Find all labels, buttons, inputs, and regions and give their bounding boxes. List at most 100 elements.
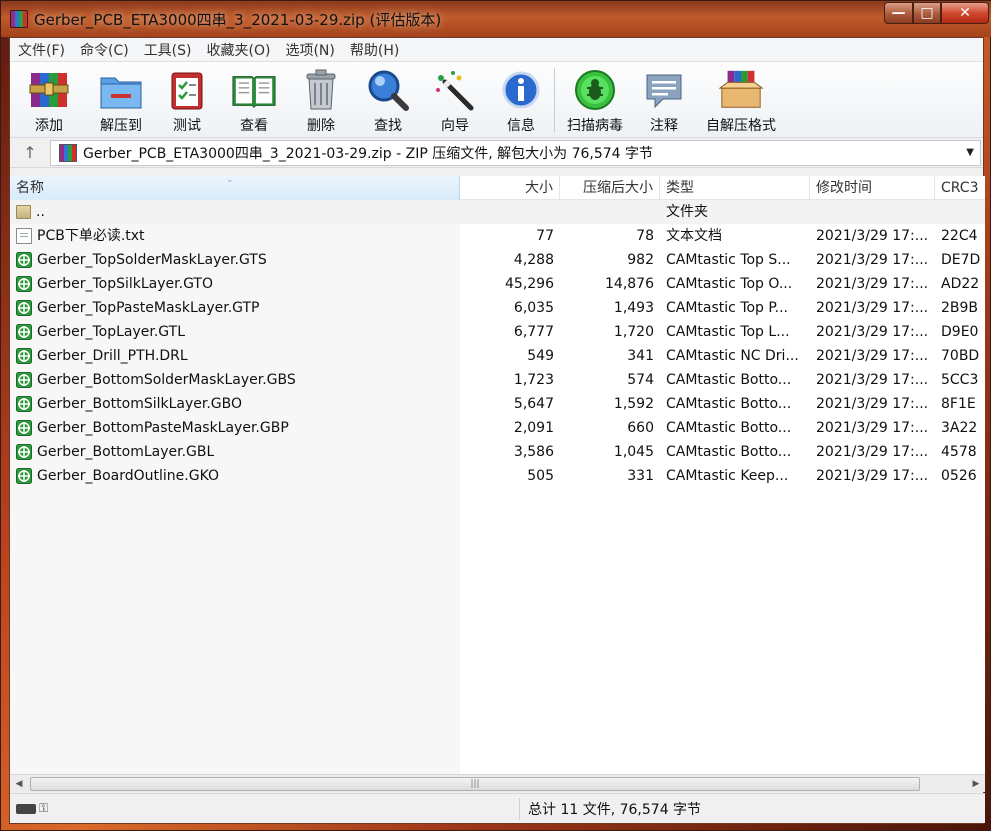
archive-path-field[interactable]: Gerber_PCB_ETA3000四串_3_2021-03-29.zip - …: [50, 139, 981, 166]
file-row[interactable]: Gerber_BottomLayer.GBL 3,586 1,045 CAMtasti…: [10, 440, 985, 464]
file-row[interactable]: Gerber_TopLayer.GTL 6,777 1,720 CAMtastic T…: [10, 320, 985, 344]
sfx-box-icon: [718, 68, 764, 112]
sfx-button[interactable]: 自解压格式: [693, 62, 789, 138]
gerber-icon: [16, 276, 32, 292]
scroll-thumb[interactable]: |||: [30, 776, 920, 791]
file-name: ..: [36, 204, 45, 220]
file-row[interactable]: Gerber_BottomSilkLayer.GBO 5,647 1,592 CAMt…: [10, 392, 985, 416]
text-file-icon: [16, 228, 32, 244]
find-label: 查找: [374, 118, 402, 134]
menu-options[interactable]: 选项(N): [278, 40, 341, 60]
file-modified: 2021/3/29 17:...: [816, 468, 929, 484]
magnifier-icon: [365, 68, 411, 112]
menu-favorites[interactable]: 收藏夹(O): [200, 40, 278, 60]
column-header-size[interactable]: 大小: [460, 176, 560, 200]
file-type: 文件夹: [666, 204, 708, 220]
checklist-icon: [164, 68, 210, 112]
file-crc: 2B9B: [941, 300, 979, 316]
column-header-type[interactable]: 类型: [660, 176, 810, 200]
file-row[interactable]: Gerber_BottomPasteMaskLayer.GBP 2,091 660 C…: [10, 416, 985, 440]
file-row[interactable]: Gerber_BoardOutline.GKO 505 331 CAMtastic K…: [10, 464, 985, 488]
wizard-button[interactable]: 向导: [422, 62, 488, 138]
up-one-level-button[interactable]: ↑: [10, 143, 50, 162]
extract-to-button[interactable]: 解压到: [88, 62, 154, 138]
list-header: ⌄ 名称 大小 压缩后大小 类型 修改时间 CRC3: [10, 176, 985, 200]
info-label: 信息: [507, 118, 535, 134]
winrar-app-icon[interactable]: [10, 10, 28, 28]
file-name-cell[interactable]: Gerber_BottomSolderMaskLayer.GBS: [10, 368, 460, 392]
file-modified: 2021/3/29 17:...: [816, 348, 929, 364]
file-name-cell[interactable]: Gerber_BottomLayer.GBL: [10, 440, 460, 464]
wizard-wand-icon: [432, 68, 478, 112]
keyboard-icon[interactable]: [16, 803, 36, 814]
folder-icon: [16, 205, 31, 219]
file-rows: .. 文件夹 PCB下单必读.txt 77 78 文本文档 2021/3/29 17:...…: [10, 200, 985, 488]
column-header-crc[interactable]: CRC3: [935, 176, 985, 200]
file-name-cell[interactable]: Gerber_TopSilkLayer.GTO: [10, 272, 460, 296]
file-name-cell[interactable]: Gerber_TopPasteMaskLayer.GTP: [10, 296, 460, 320]
books-icon: [26, 68, 72, 112]
file-name-cell[interactable]: Gerber_BoardOutline.GKO: [10, 464, 460, 488]
file-name-cell[interactable]: ..: [10, 200, 460, 224]
menu-file[interactable]: 文件(F): [11, 40, 72, 60]
file-name-cell[interactable]: Gerber_BottomSilkLayer.GBO: [10, 392, 460, 416]
file-row[interactable]: PCB下单必读.txt 77 78 文本文档 2021/3/29 17:... 22C4: [10, 224, 985, 248]
gerber-icon: [16, 444, 32, 460]
view-button[interactable]: 查看: [220, 62, 288, 138]
file-type: CAMtastic Botto...: [666, 396, 792, 412]
file-row[interactable]: Gerber_TopSilkLayer.GTO 45,296 14,876 CAMta…: [10, 272, 985, 296]
add-button[interactable]: 添加: [10, 62, 88, 138]
scroll-track[interactable]: |||: [28, 776, 967, 792]
file-size: 6,777: [513, 324, 554, 340]
file-name-cell[interactable]: Gerber_TopSolderMaskLayer.GTS: [10, 248, 460, 272]
archive-path-text: Gerber_PCB_ETA3000四串_3_2021-03-29.zip - …: [83, 145, 654, 162]
file-row[interactable]: Gerber_BottomSolderMaskLayer.GBS 1,723 574…: [10, 368, 985, 392]
file-modified: 2021/3/29 17:...: [816, 324, 929, 340]
test-button[interactable]: 测试: [154, 62, 220, 138]
file-name-cell[interactable]: Gerber_TopLayer.GTL: [10, 320, 460, 344]
close-button[interactable]: ✕: [941, 2, 989, 24]
column-header-name[interactable]: ⌄ 名称: [10, 176, 460, 200]
info-button[interactable]: 信息: [488, 62, 554, 138]
file-modified: 2021/3/29 17:...: [816, 300, 929, 316]
view-label: 查看: [240, 118, 268, 134]
file-list[interactable]: ⌄ 名称 大小 压缩后大小 类型 修改时间 CRC3 .. 文件夹 PCB下单必读.…: [10, 176, 985, 774]
file-crc: 22C4: [941, 228, 978, 244]
minimize-button[interactable]: —: [884, 2, 913, 24]
file-name: Gerber_Drill_PTH.DRL: [37, 348, 188, 364]
wizard-label: 向导: [441, 118, 469, 134]
file-row[interactable]: .. 文件夹: [10, 200, 985, 224]
file-name: Gerber_BottomPasteMaskLayer.GBP: [37, 420, 289, 436]
file-crc: 0526: [941, 468, 977, 484]
file-name-cell[interactable]: Gerber_BottomPasteMaskLayer.GBP: [10, 416, 460, 440]
maximize-button[interactable]: □: [913, 2, 941, 24]
column-header-packed[interactable]: 压缩后大小: [560, 176, 660, 200]
menu-commands[interactable]: 命令(C): [73, 40, 136, 60]
file-modified: 2021/3/29 17:...: [816, 396, 929, 412]
key-icon[interactable]: ⚿: [39, 801, 48, 816]
file-crc: DE7D: [941, 252, 981, 268]
file-row[interactable]: Gerber_Drill_PTH.DRL 549 341 CAMtastic NC D…: [10, 344, 985, 368]
gerber-icon: [16, 372, 32, 388]
horizontal-scrollbar[interactable]: ◀ ||| ▶: [10, 774, 985, 792]
chevron-down-icon[interactable]: ▼: [966, 147, 974, 158]
file-type: CAMtastic Top L...: [666, 324, 790, 340]
comment-button[interactable]: 注释: [635, 62, 693, 138]
column-header-modified[interactable]: 修改时间: [810, 176, 935, 200]
file-row[interactable]: Gerber_TopSolderMaskLayer.GTS 4,288 982 CAM…: [10, 248, 985, 272]
scroll-right-arrow[interactable]: ▶: [967, 779, 985, 789]
file-crc: D9E0: [941, 324, 979, 340]
delete-button[interactable]: 删除: [288, 62, 354, 138]
info-icon: [498, 68, 544, 112]
file-modified: 2021/3/29 17:...: [816, 228, 929, 244]
find-button[interactable]: 查找: [354, 62, 422, 138]
file-row[interactable]: Gerber_TopPasteMaskLayer.GTP 6,035 1,493 CA…: [10, 296, 985, 320]
menu-tools[interactable]: 工具(S): [137, 40, 199, 60]
title-bar[interactable]: Gerber_PCB_ETA3000四串_3_2021-03-29.zip (评…: [1, 1, 991, 37]
menu-help[interactable]: 帮助(H): [343, 40, 406, 60]
scroll-left-arrow[interactable]: ◀: [10, 779, 28, 789]
file-size: 549: [527, 348, 554, 364]
file-name-cell[interactable]: PCB下单必读.txt: [10, 224, 460, 248]
scan-virus-button[interactable]: 扫描病毒: [555, 62, 635, 138]
file-name-cell[interactable]: Gerber_Drill_PTH.DRL: [10, 344, 460, 368]
